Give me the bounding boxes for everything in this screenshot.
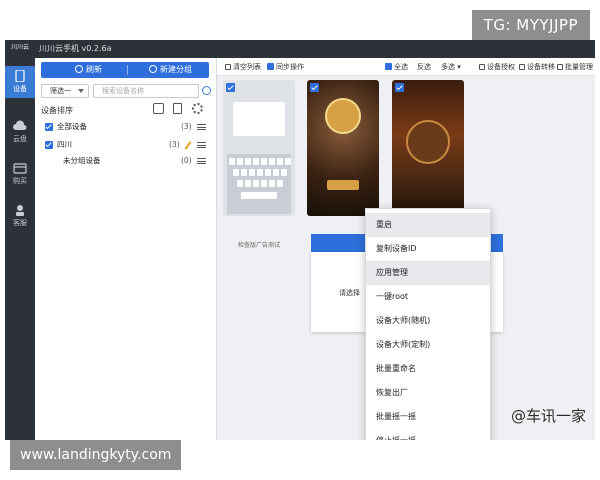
new-group-button[interactable]: 新建分组 [149, 62, 192, 78]
batch-manage-button[interactable]: 批量管理 [557, 58, 593, 76]
filter-select[interactable]: 筛选一 [41, 84, 89, 98]
checkbox-icon [385, 63, 392, 70]
group-row-all[interactable]: 全部设备 (3) [41, 120, 211, 134]
multi-select-dropdown[interactable]: 多选 ▾ [441, 58, 461, 76]
device-card-3[interactable] [392, 80, 464, 216]
menu-icon[interactable] [197, 124, 206, 130]
device-card-1[interactable] [223, 80, 295, 216]
device-panel: 刷新 新建分组 筛选一 搜索设备名称 设备排序 全部设备 (3) 四川 (3) … [35, 58, 217, 440]
select-all-toggle[interactable]: 全选 [385, 58, 408, 76]
group-row-sichuan[interactable]: 四川 (3) [41, 138, 211, 152]
device-screen-dialog [233, 102, 285, 136]
group-row-ungrouped[interactable]: 未分组设备 (0) [41, 154, 211, 168]
search-input[interactable]: 搜索设备名称 [93, 84, 199, 98]
game-scene-icon [406, 120, 450, 164]
device-card-2[interactable] [307, 80, 379, 216]
authorize-button[interactable]: 设备授权 [479, 58, 515, 76]
menu-icon[interactable] [197, 158, 206, 164]
group-checkbox[interactable] [45, 123, 53, 131]
trash-icon [225, 64, 231, 70]
clear-list-button[interactable]: 清空列表 [225, 58, 261, 76]
menu-item-copy-id[interactable]: 复制设备ID [366, 237, 490, 261]
device-caption: 检查版广告测试 [237, 242, 280, 249]
layers-icon[interactable] [153, 103, 164, 114]
device-checkbox[interactable] [310, 83, 319, 92]
app-window: 川川云手机 v0.2.6a 川川云 设备 云盘 购买 客服 刷新 新建分组 筛选… [5, 40, 595, 440]
grid-toolbar: 清空列表 同步操作 全选 反选 多选 ▾ 设备授权 设备转移 批量管理 [217, 58, 595, 76]
menu-item-batch-shake[interactable]: 批量摇一摇 [366, 405, 490, 429]
menu-icon[interactable] [197, 142, 206, 148]
sort-label: 设备排序 [41, 106, 73, 115]
game-start-button-image [327, 180, 359, 190]
nav-item-buy[interactable]: 购买 [5, 158, 35, 190]
menu-item-stop-shake[interactable]: 停止摇一摇 [366, 429, 490, 440]
site-watermark: www.landingkyty.com [10, 440, 182, 470]
edit-icon[interactable] [184, 141, 192, 150]
nav-item-devices[interactable]: 设备 [5, 66, 35, 98]
app-logo: 川川云 [10, 44, 29, 51]
cloud-icon [13, 120, 27, 130]
screenshot-stage: TG: MYYJJPP 川川云手机 v0.2.6a 川川云 设备 云盘 购买 客… [0, 0, 600, 480]
menu-item-restart[interactable]: 重启 [366, 213, 490, 237]
nav-label: 云盘 [13, 135, 27, 143]
refresh-icon [75, 65, 83, 73]
nav-label: 设备 [13, 85, 27, 93]
menu-item-root[interactable]: 一键root [366, 285, 490, 309]
checkbox-icon [267, 63, 274, 70]
search-icon[interactable] [202, 86, 211, 95]
cart-icon [13, 163, 27, 174]
menu-item-master-custom[interactable]: 设备大师(定制) [366, 333, 490, 357]
left-nav: 川川云 设备 云盘 购买 客服 [5, 44, 35, 440]
device-checkbox[interactable] [226, 83, 235, 92]
trash-icon[interactable] [173, 103, 182, 114]
device-checkbox[interactable] [395, 83, 404, 92]
transfer-icon [519, 64, 525, 70]
chevron-down-icon [78, 89, 84, 93]
gear-icon[interactable] [192, 103, 203, 114]
phone-icon [15, 70, 25, 82]
sync-ops-toggle[interactable]: 同步操作 [267, 58, 304, 76]
headset-icon [16, 205, 24, 216]
menu-item-app-manage[interactable]: 应用管理 [366, 261, 490, 285]
menu-item-master-random[interactable]: 设备大师(随机) [366, 309, 490, 333]
key-icon [479, 64, 485, 70]
divider [127, 65, 128, 75]
game-emblem-icon [325, 98, 361, 134]
nav-label: 客服 [13, 219, 27, 227]
context-menu: 重启 复制设备ID 应用管理 一键root 设备大师(随机) 设备大师(定制) … [365, 208, 491, 440]
group-checkbox[interactable] [45, 141, 53, 149]
menu-item-factory-reset[interactable]: 恢复出厂 [366, 381, 490, 405]
menu-item-batch-rename[interactable]: 批量重命名 [366, 357, 490, 381]
nav-item-support[interactable]: 客服 [5, 200, 35, 232]
dialog-label: 请选择 [339, 289, 360, 297]
source-watermark: @车讯一家 [510, 407, 586, 425]
panel-action-bar: 刷新 新建分组 [41, 62, 209, 78]
window-title: 川川云手机 v0.2.6a [5, 40, 595, 58]
invert-button[interactable]: 反选 [417, 58, 431, 76]
grid-icon [557, 64, 563, 70]
plus-icon [149, 65, 157, 73]
tg-watermark: TG: MYYJJPP [471, 10, 590, 40]
transfer-button[interactable]: 设备转移 [519, 58, 555, 76]
nav-label: 购买 [13, 177, 27, 185]
refresh-button[interactable]: 刷新 [75, 62, 102, 78]
device-screen-keyboard [227, 154, 291, 214]
nav-item-cloud-disk[interactable]: 云盘 [5, 116, 35, 148]
